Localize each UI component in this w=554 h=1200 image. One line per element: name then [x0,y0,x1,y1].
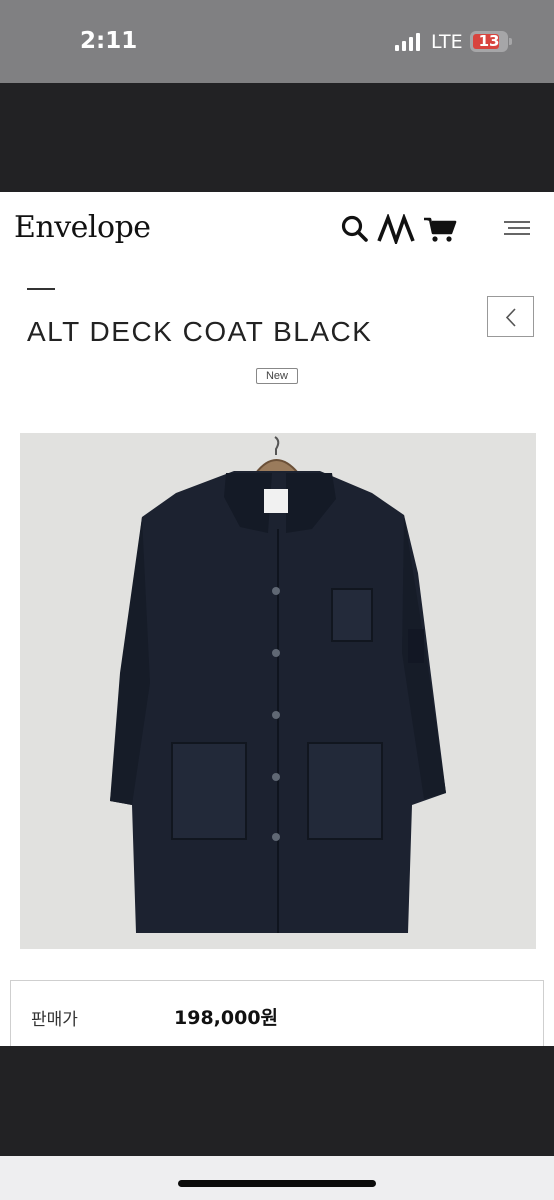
new-badge: New [256,368,298,384]
site-header: Envelope [0,192,554,272]
battery-tip [509,38,512,45]
signal-strength-icon [395,33,421,51]
price-value: 198,000원 [174,1007,279,1029]
battery-level: 13 [478,32,500,50]
screen: 2:11 LTE 13 Envelope ALT DECK COAT BLACK… [0,0,554,1200]
status-bar: 2:11 LTE 13 [0,0,554,83]
search-icon[interactable] [340,214,370,244]
brand-logo-icon[interactable] [376,214,416,244]
web-page: Envelope ALT DECK COAT BLACK New 판매가 198… [0,192,554,1046]
chevron-left-icon [505,308,516,327]
home-indicator[interactable] [178,1180,376,1187]
price-label: 판매가 [31,1010,78,1030]
back-button[interactable] [487,296,534,337]
site-logo[interactable]: Envelope [14,210,151,245]
status-time: 2:11 [80,28,138,54]
title-accent-line [27,288,55,290]
bottom-dark-area [0,1046,554,1156]
menu-icon[interactable] [500,214,532,244]
battery-icon: 13 [470,31,508,52]
product-image[interactable] [20,433,536,949]
product-title: ALT DECK COAT BLACK [27,316,373,347]
bottom-bar [0,1156,554,1200]
price-box: 판매가 198,000원 [10,980,544,1046]
top-dark-area [0,83,554,192]
cart-icon[interactable] [423,214,457,244]
network-type: LTE [431,31,463,53]
